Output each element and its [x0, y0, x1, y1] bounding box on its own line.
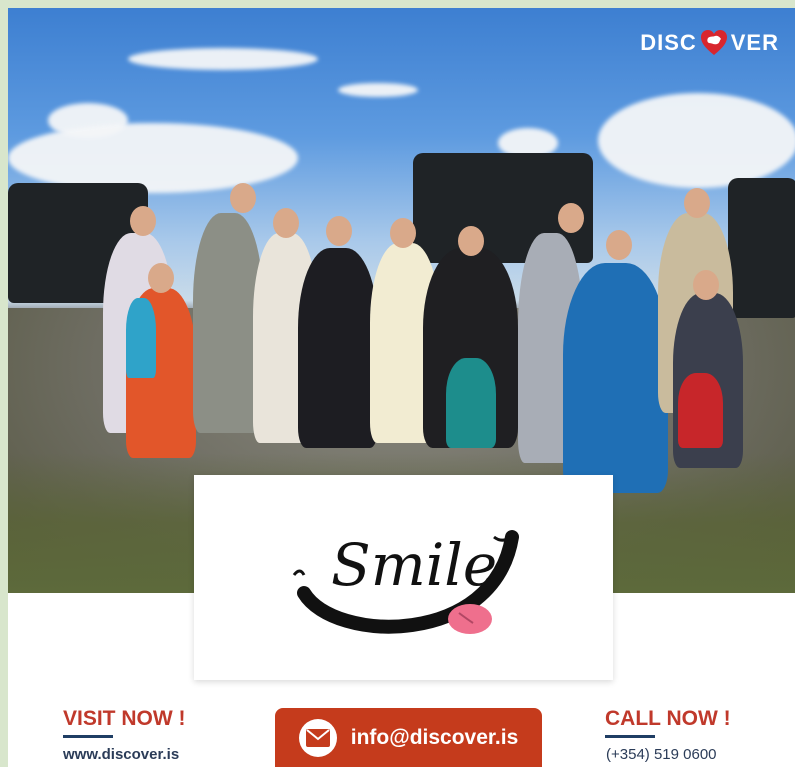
visit-now-heading: VISIT NOW !: [63, 707, 186, 730]
mail-icon: [298, 718, 337, 757]
call-divider: [605, 735, 655, 738]
visit-divider: [63, 735, 113, 738]
call-now-heading: CALL NOW !: [605, 707, 731, 730]
smile-logo-icon: Smile: [292, 530, 519, 634]
smile-logo-text: Smile: [331, 531, 497, 599]
email-address: info@discover.is: [350, 725, 519, 749]
brand-text-left: DISC: [640, 30, 697, 55]
phone-number[interactable]: (+354) 519 0600: [606, 746, 717, 763]
smile-card: Smile: [194, 475, 613, 680]
brand-text-right: VER: [730, 30, 779, 55]
discover-logo: DISC VER: [640, 28, 779, 58]
website-link[interactable]: www.discover.is: [63, 746, 179, 763]
iceland-heart-icon: [699, 28, 729, 58]
email-button[interactable]: info@discover.is: [275, 708, 542, 767]
vehicle-right: [728, 178, 795, 318]
